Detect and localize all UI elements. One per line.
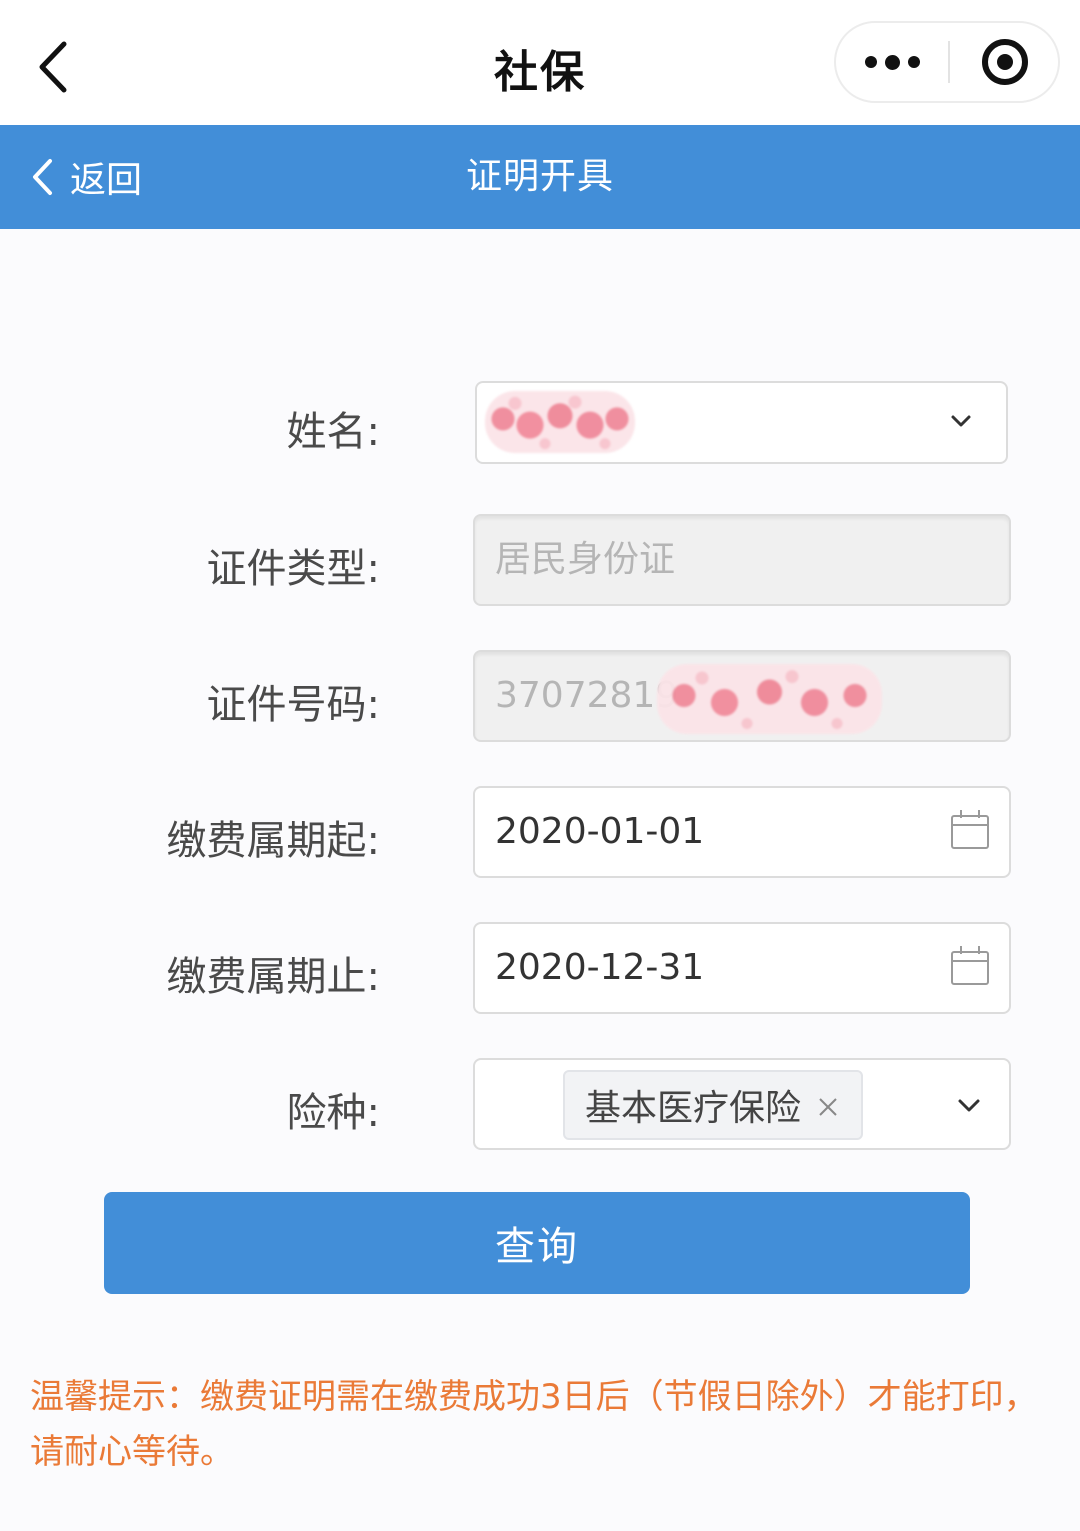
selected-tag: 基本医疗保险 xyxy=(563,1070,863,1140)
calendar-icon[interactable] xyxy=(951,946,989,985)
close-icon[interactable] xyxy=(817,1096,839,1118)
period-end-label: 缴费属期止: xyxy=(166,954,380,1000)
redacted-id-number xyxy=(657,664,882,734)
id-type-value: 居民身份证 xyxy=(495,539,676,580)
insurance-type-select[interactable]: 基本医疗保险 xyxy=(473,1058,1011,1150)
page-header: 返回 证明开具 xyxy=(0,125,1080,229)
id-type-label: 证件类型: xyxy=(206,546,380,592)
chevron-down-icon xyxy=(951,415,971,427)
more-dots-icon[interactable] xyxy=(836,23,948,101)
period-start-date-input[interactable]: 2020-01-01 xyxy=(473,786,1011,878)
chevron-down-icon xyxy=(958,1099,980,1112)
period-end-date-input[interactable]: 2020-12-31 xyxy=(473,922,1011,1014)
insurance-type-label: 险种: xyxy=(286,1090,380,1136)
capsule-menu xyxy=(834,21,1060,103)
period-start-label: 缴费属期起: xyxy=(166,818,380,864)
query-button[interactable]: 查询 xyxy=(104,1192,970,1294)
name-label: 姓名: xyxy=(286,409,380,455)
period-start-value: 2020-01-01 xyxy=(495,811,705,852)
page-title: 证明开具 xyxy=(465,156,614,197)
calendar-icon[interactable] xyxy=(951,810,989,849)
mini-program-topbar: 社保 xyxy=(0,0,1080,125)
id-number-label: 证件号码: xyxy=(206,682,380,728)
name-select[interactable] xyxy=(475,381,1008,464)
period-end-value: 2020-12-31 xyxy=(495,947,705,988)
target-icon[interactable] xyxy=(950,23,1060,101)
id-type-field: 居民身份证 xyxy=(473,514,1011,606)
id-number-field: 37072819 xyxy=(473,650,1011,742)
selected-tag-label: 基本医疗保险 xyxy=(585,1088,802,1129)
redacted-name xyxy=(485,391,635,453)
id-number-value: 37072819 xyxy=(495,675,679,716)
warm-tip-text: 温馨提示：缴费证明需在缴费成功3日后（节假日除外）才能打印，请耐心等待。 xyxy=(30,1377,1038,1472)
